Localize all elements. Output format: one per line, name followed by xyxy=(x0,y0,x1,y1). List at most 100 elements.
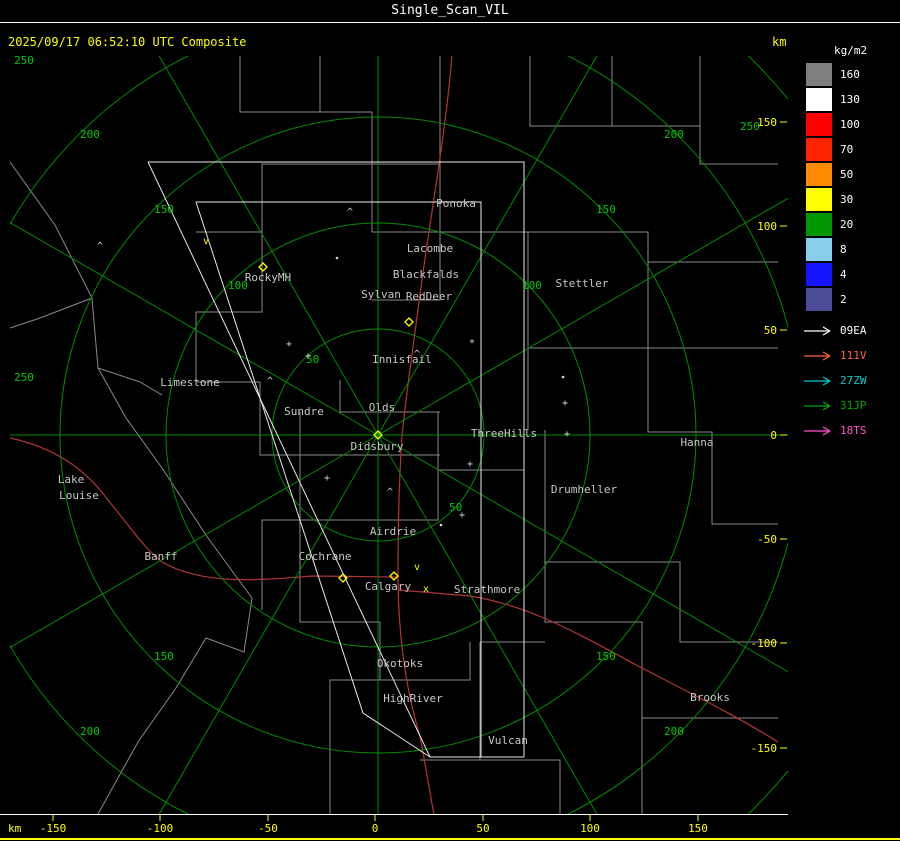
right-tick-label: 0 xyxy=(770,429,777,442)
colorbar-value: 130 xyxy=(840,93,860,106)
bottom-tick-label: 100 xyxy=(580,822,600,835)
place-label: HighRiver xyxy=(383,692,443,705)
azimuth-spoke xyxy=(158,434,379,814)
place-label: Brooks xyxy=(690,691,730,704)
map-symbol-+: + xyxy=(467,459,473,470)
colorbar-entry: 130 xyxy=(806,87,900,112)
radar-arrow-icon xyxy=(804,325,831,336)
place-label: Ponoka xyxy=(436,197,476,210)
colorbar-swatch xyxy=(806,63,832,86)
radar-site-id: 18TS xyxy=(840,424,867,437)
range-label: 250 xyxy=(14,371,34,384)
county-boundary xyxy=(479,642,561,814)
county-boundary xyxy=(544,430,778,643)
colorbar-swatch xyxy=(806,288,832,311)
azimuth-spoke xyxy=(158,56,379,436)
range-label: 150 xyxy=(154,650,174,663)
place-label: Lake xyxy=(58,473,85,486)
place-label: Cochrane xyxy=(299,550,352,563)
place-label: Banff xyxy=(144,550,177,563)
right-tick-label: 50 xyxy=(764,324,777,337)
place-label: Sundre xyxy=(284,405,324,418)
place-label: Sylvan xyxy=(361,288,401,301)
colorbar-entry: 2 xyxy=(806,287,900,312)
colorbar-swatch xyxy=(806,263,832,286)
colorbar-entry: 30 xyxy=(806,187,900,212)
bottom-tick-label: -50 xyxy=(258,822,278,835)
range-label: 150 xyxy=(154,203,174,216)
county-boundary xyxy=(529,56,613,127)
place-label: ThreeHills xyxy=(471,427,537,440)
right-tick-label: 100 xyxy=(757,220,777,233)
colorbar-entry: 20 xyxy=(806,212,900,237)
range-label: 150 xyxy=(596,203,616,216)
county-boundary xyxy=(195,232,263,382)
radar-site-row: 31JP xyxy=(802,393,900,418)
radar-site-legend: 09EA 111V 27ZW 31JP 18TS xyxy=(802,318,900,443)
colorbar-swatch xyxy=(806,163,832,186)
place-label: Limestone xyxy=(160,376,220,389)
county-boundary xyxy=(299,520,381,814)
colorbar-swatch xyxy=(806,188,832,211)
colorbar-swatch xyxy=(806,238,832,261)
range-label: 200 xyxy=(80,725,100,738)
map-layers: 2502001501005025020015010050150200150200… xyxy=(10,54,788,814)
range-label: 150 xyxy=(596,650,616,663)
place-label: Strathmore xyxy=(454,583,520,596)
map-symbol-v: v xyxy=(414,562,420,573)
map-symbol-+: + xyxy=(562,398,568,409)
radar-site-id: 111V xyxy=(840,349,867,362)
radar-site-id: 31JP xyxy=(840,399,867,412)
colorbar-swatch xyxy=(806,213,832,236)
county-boundary xyxy=(97,367,163,396)
radar-site-id: 09EA xyxy=(840,324,867,337)
place-label: Louise xyxy=(59,489,99,502)
range-label: 200 xyxy=(664,725,684,738)
radar-app: { "window": { "title": "Single_Scan_VIL"… xyxy=(0,0,900,841)
bottom-tick-label: -150 xyxy=(40,822,67,835)
place-label: Okotoks xyxy=(377,657,423,670)
azimuth-spoke xyxy=(10,221,379,436)
colorbar-value: 160 xyxy=(840,68,860,81)
map-symbol-*: * xyxy=(469,338,475,349)
colorbar-value: 4 xyxy=(840,268,847,281)
right-tick-label: -150 xyxy=(751,742,778,755)
place-label: Olds xyxy=(369,401,396,414)
colorbar-entry: 50 xyxy=(806,162,900,187)
place-label: Vulcan xyxy=(488,734,528,747)
colorbar-entry: 4 xyxy=(806,262,900,287)
map-dot-marker xyxy=(561,375,565,379)
colorbar-value: 30 xyxy=(840,193,854,206)
colorbar-entry: 160 xyxy=(806,62,900,87)
vil-colorbar: kg/m2 160 130 100 70 50 30 20 8 4 2 xyxy=(806,44,900,312)
range-label: 200 xyxy=(664,128,684,141)
map-symbol-+: + xyxy=(564,429,570,440)
place-label: Hanna xyxy=(680,436,713,449)
bottom-border-line xyxy=(0,838,900,840)
bottom-tick-label: 50 xyxy=(476,822,489,835)
map-symbol-^: ^ xyxy=(347,207,353,218)
bottom-tick-label: -100 xyxy=(147,822,174,835)
radar-map-canvas[interactable]: 250 200 150 100 50 250 200 150 100 50 150 200 150 200… xyxy=(0,0,795,841)
radar-site-row: 09EA xyxy=(802,318,900,343)
right-tick-label: -100 xyxy=(751,637,778,650)
county-boundary xyxy=(544,562,778,719)
range-label: 200 xyxy=(80,128,100,141)
place-label: Calgary xyxy=(365,580,412,593)
radar-arrow-icon xyxy=(804,350,831,361)
county-boundary xyxy=(239,56,321,113)
town-marker-diamond xyxy=(258,262,268,272)
colorbar-value: 2 xyxy=(840,293,847,306)
radar-arrow-icon xyxy=(804,400,831,411)
bottom-axis-unit: km xyxy=(8,822,22,835)
azimuth-spoke xyxy=(10,434,379,649)
colorbar-value: 20 xyxy=(840,218,854,231)
town-marker-diamond xyxy=(404,317,414,327)
radar-arrow-icon xyxy=(804,375,831,386)
colorbar-entry: 8 xyxy=(806,237,900,262)
range-label: 250 xyxy=(14,54,34,67)
colorbar-entry: 70 xyxy=(806,137,900,162)
right-tick-label: -50 xyxy=(757,533,777,546)
map-dot-marker xyxy=(335,256,339,260)
place-label: Innisfail xyxy=(372,353,432,366)
